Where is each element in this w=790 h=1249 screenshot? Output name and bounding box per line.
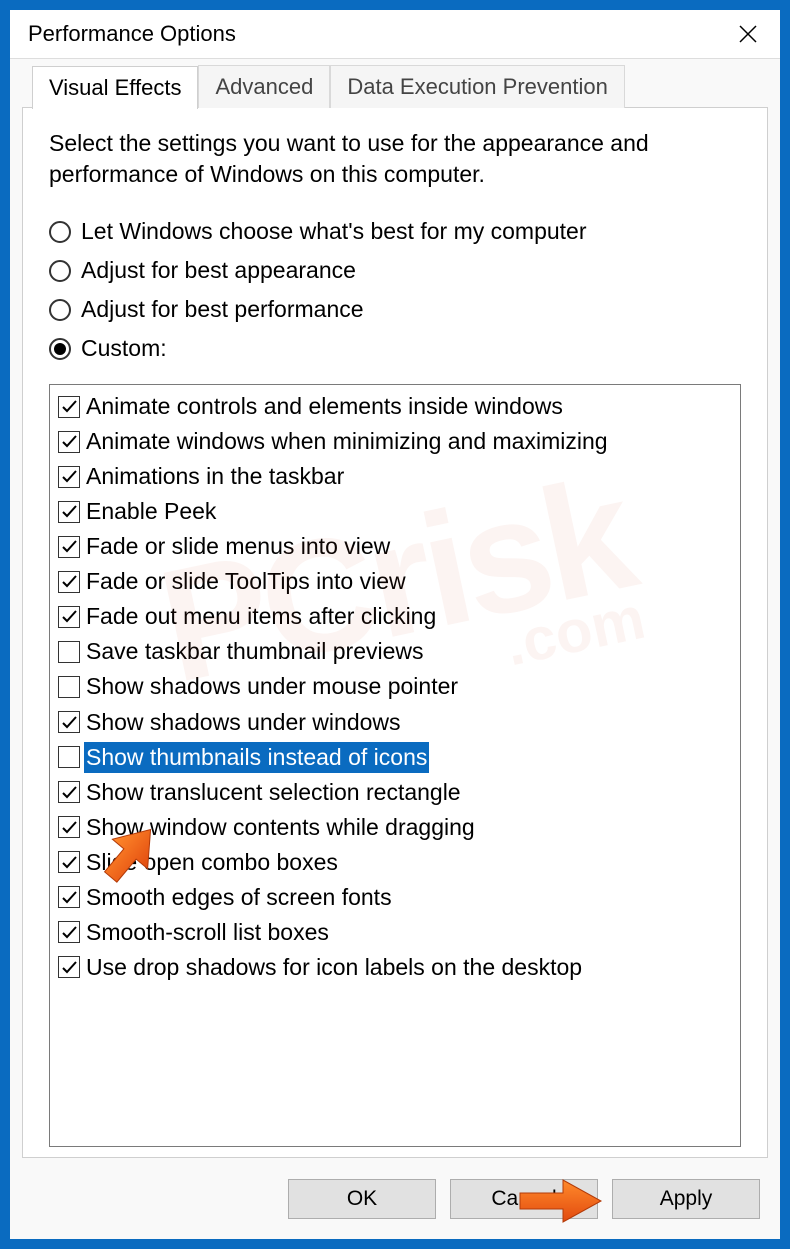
checkbox-icon[interactable] <box>58 431 80 453</box>
radio-icon <box>49 338 71 360</box>
radio-label: Let Windows choose what's best for my co… <box>81 218 587 245</box>
tab-label: Visual Effects <box>49 75 181 100</box>
tabstrip: Visual Effects Advanced Data Execution Pre… <box>32 65 774 108</box>
list-item[interactable]: Fade or slide menus into view <box>50 529 740 564</box>
tab-label: Advanced <box>215 74 313 99</box>
list-item-label: Use drop shadows for icon labels on the … <box>84 952 584 983</box>
list-item-label: Show thumbnails instead of icons <box>84 742 429 773</box>
list-item-label: Smooth-scroll list boxes <box>84 917 331 948</box>
apply-button[interactable]: Apply <box>612 1179 760 1219</box>
checkbox-icon[interactable] <box>58 396 80 418</box>
radio-group: Let Windows choose what's best for my co… <box>49 218 741 374</box>
list-item-label: Enable Peek <box>84 496 218 527</box>
options-listbox[interactable]: Animate controls and elements inside win… <box>49 384 741 1147</box>
apply-button-label: Apply <box>660 1187 713 1211</box>
list-item-label: Animations in the taskbar <box>84 461 346 492</box>
checkbox-icon[interactable] <box>58 536 80 558</box>
list-item[interactable]: Fade or slide ToolTips into view <box>50 564 740 599</box>
list-item[interactable]: Animate windows when minimizing and maxi… <box>50 424 740 459</box>
close-button[interactable] <box>728 14 768 54</box>
checkbox-icon[interactable] <box>58 606 80 628</box>
list-item-label: Animate controls and elements inside win… <box>84 391 565 422</box>
checkbox-icon[interactable] <box>58 851 80 873</box>
checkbox-icon[interactable] <box>58 921 80 943</box>
checkbox-icon[interactable] <box>58 641 80 663</box>
radio-icon <box>49 221 71 243</box>
list-item[interactable]: Enable Peek <box>50 494 740 529</box>
list-item[interactable]: Save taskbar thumbnail previews <box>50 634 740 669</box>
radio-icon <box>49 260 71 282</box>
checkbox-icon[interactable] <box>58 676 80 698</box>
radio-option[interactable]: Let Windows choose what's best for my co… <box>49 218 741 245</box>
list-item[interactable]: Show shadows under windows <box>50 705 740 740</box>
list-item[interactable]: Show window contents while dragging <box>50 810 740 845</box>
radio-option[interactable]: Adjust for best performance <box>49 296 741 323</box>
radio-option[interactable]: Custom: <box>49 335 741 362</box>
list-item-label: Save taskbar thumbnail previews <box>84 636 426 667</box>
tab-visual-effects[interactable]: Visual Effects <box>32 66 198 109</box>
checkbox-icon[interactable] <box>58 571 80 593</box>
list-item[interactable]: Smooth-scroll list boxes <box>50 915 740 950</box>
list-item[interactable]: Use drop shadows for icon labels on the … <box>50 950 740 985</box>
checkbox-icon[interactable] <box>58 711 80 733</box>
checkbox-icon[interactable] <box>58 956 80 978</box>
list-item-label: Fade or slide menus into view <box>84 531 392 562</box>
list-item[interactable]: Slide open combo boxes <box>50 845 740 880</box>
close-icon <box>739 25 757 43</box>
list-item[interactable]: Show shadows under mouse pointer <box>50 669 740 704</box>
list-item-label: Animate windows when minimizing and maxi… <box>84 426 610 457</box>
cancel-button[interactable]: Cancel <box>450 1179 598 1219</box>
list-item-label: Fade or slide ToolTips into view <box>84 566 408 597</box>
tab-data-execution-prevention[interactable]: Data Execution Prevention <box>330 65 625 108</box>
list-item[interactable]: Animations in the taskbar <box>50 459 740 494</box>
radio-option[interactable]: Adjust for best appearance <box>49 257 741 284</box>
description-text: Select the settings you want to use for … <box>49 128 741 190</box>
ok-button[interactable]: OK <box>288 1179 436 1219</box>
list-item-label: Fade out menu items after clicking <box>84 601 438 632</box>
list-item[interactable]: Fade out menu items after clicking <box>50 599 740 634</box>
radio-label: Adjust for best performance <box>81 296 364 323</box>
radio-label: Adjust for best appearance <box>81 257 356 284</box>
client-area: Visual Effects Advanced Data Execution Pre… <box>10 58 780 1239</box>
checkbox-icon[interactable] <box>58 781 80 803</box>
button-row: OK Cancel Apply <box>16 1165 774 1239</box>
checkbox-icon[interactable] <box>58 886 80 908</box>
checkbox-icon[interactable] <box>58 466 80 488</box>
tab-label: Data Execution Prevention <box>347 74 608 99</box>
radio-label: Custom: <box>81 335 167 362</box>
list-item-label: Show shadows under mouse pointer <box>84 671 460 702</box>
window-title: Performance Options <box>28 21 236 47</box>
list-item-label: Smooth edges of screen fonts <box>84 882 394 913</box>
cancel-button-label: Cancel <box>491 1187 556 1211</box>
tabpanel-visual-effects: PCrisk.com Select the settings you want … <box>22 107 768 1158</box>
list-item[interactable]: Smooth edges of screen fonts <box>50 880 740 915</box>
list-item-label: Show translucent selection rectangle <box>84 777 463 808</box>
list-item[interactable]: Show thumbnails instead of icons <box>50 740 740 775</box>
performance-options-window: Performance Options Visual Effects Advanc… <box>10 10 780 1239</box>
list-item-label: Show shadows under windows <box>84 707 403 738</box>
checkbox-icon[interactable] <box>58 746 80 768</box>
list-item[interactable]: Animate controls and elements inside win… <box>50 389 740 424</box>
radio-icon <box>49 299 71 321</box>
checkbox-icon[interactable] <box>58 816 80 838</box>
titlebar: Performance Options <box>10 10 780 58</box>
tab-advanced[interactable]: Advanced <box>198 65 330 108</box>
checkbox-icon[interactable] <box>58 501 80 523</box>
list-item[interactable]: Show translucent selection rectangle <box>50 775 740 810</box>
ok-button-label: OK <box>347 1187 377 1211</box>
list-item-label: Slide open combo boxes <box>84 847 340 878</box>
list-item-label: Show window contents while dragging <box>84 812 477 843</box>
